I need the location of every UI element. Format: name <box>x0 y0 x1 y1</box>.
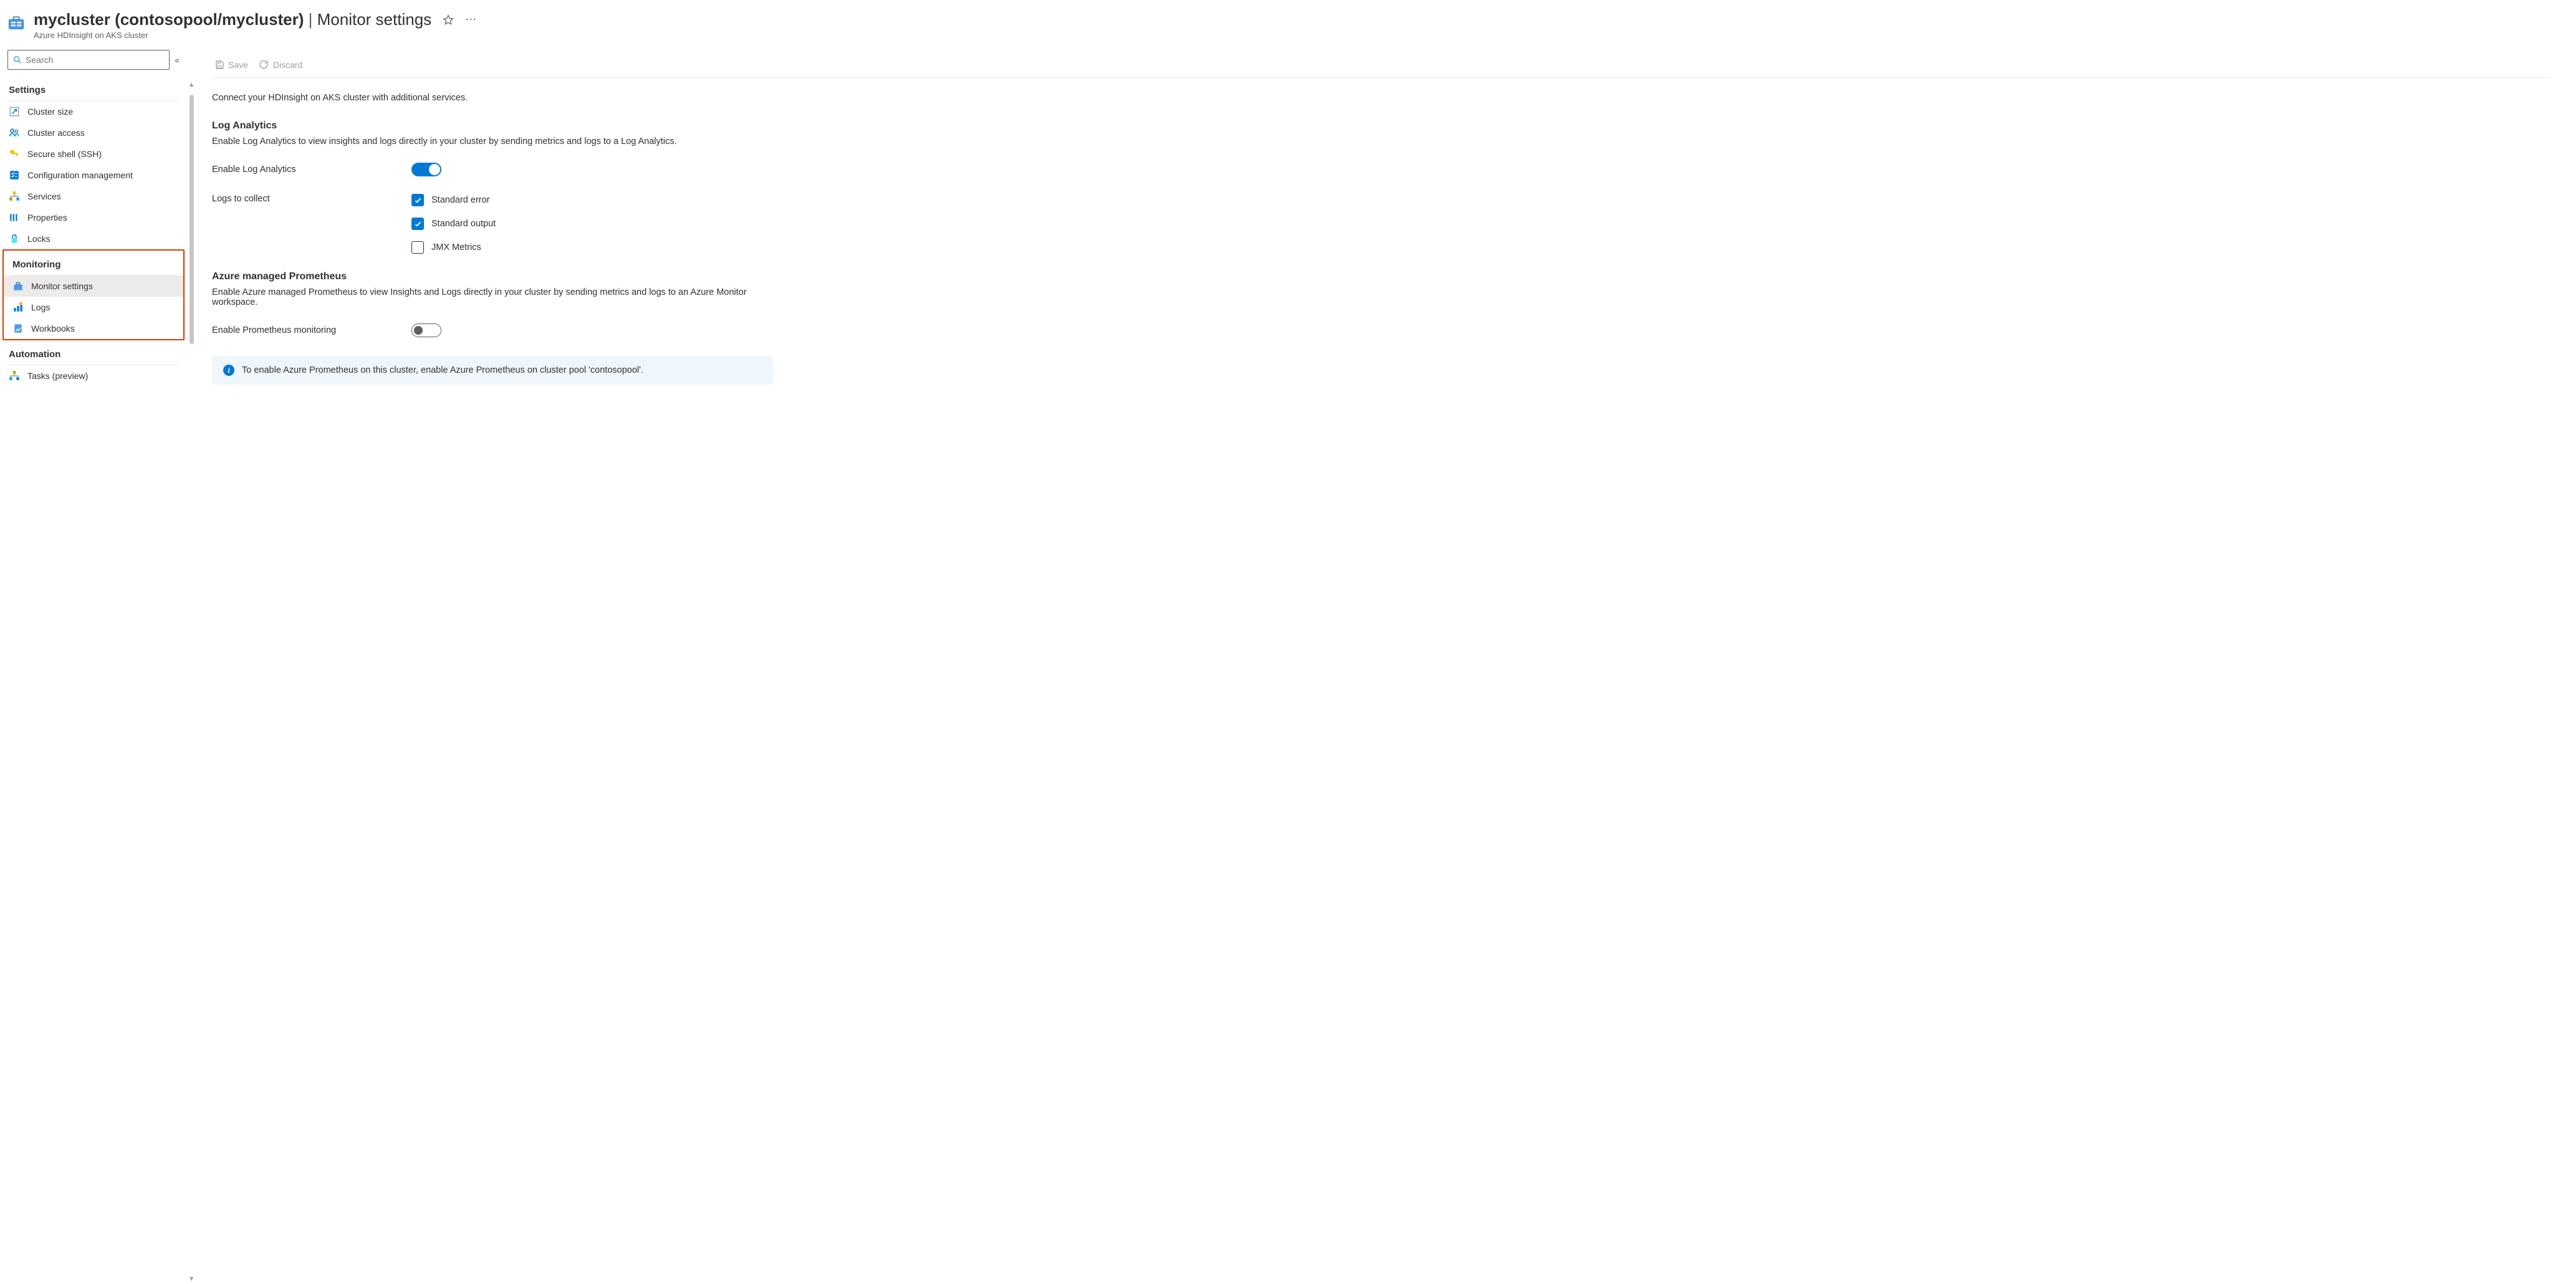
sidebar-item-secure-shell[interactable]: Secure shell (SSH) <box>0 143 187 165</box>
checkbox-standard-output[interactable] <box>411 218 424 230</box>
save-label: Save <box>228 60 248 70</box>
checkbox-jmx-metrics[interactable] <box>411 241 424 254</box>
key-icon <box>9 148 20 160</box>
info-banner: i To enable Azure Prometheus on this clu… <box>212 356 773 385</box>
checkbox-standard-error[interactable] <box>411 194 424 206</box>
checklist-icon <box>9 170 20 181</box>
enable-prometheus-label: Enable Prometheus monitoring <box>212 325 411 335</box>
enable-log-analytics-label: Enable Log Analytics <box>212 165 411 175</box>
resource-icon <box>7 14 25 31</box>
sidebar-item-label: Locks <box>27 234 50 244</box>
section-header-monitoring: Monitoring <box>4 251 183 274</box>
divider <box>212 77 2551 78</box>
page-title: mycluster (contosopool/mycluster) | Moni… <box>34 10 431 29</box>
content-pane: Save Discard Connect your HDInsight on A… <box>187 45 2576 1283</box>
sidebar-item-cluster-size[interactable]: Cluster size <box>0 101 187 122</box>
collapse-sidebar-icon[interactable]: « <box>175 55 180 65</box>
scroll-up-icon[interactable]: ▲ <box>188 81 195 89</box>
checkbox-label: Standard error <box>431 195 490 205</box>
sidebar-search-input[interactable] <box>26 55 164 65</box>
prometheus-heading: Azure managed Prometheus <box>212 271 2551 282</box>
tasks-icon <box>9 370 20 381</box>
section-header-automation: Automation <box>0 340 187 363</box>
sidebar-item-logs[interactable]: Logs <box>4 297 183 318</box>
sidebar-item-label: Properties <box>27 213 67 223</box>
sidebar-item-config-mgmt[interactable]: Configuration management <box>0 165 187 186</box>
sidebar-item-label: Tasks (preview) <box>27 371 88 381</box>
sidebar-item-tasks[interactable]: Tasks (preview) <box>0 365 187 386</box>
blade-name: Monitor settings <box>317 10 432 29</box>
intro-text: Connect your HDInsight on AKS cluster wi… <box>212 93 2551 103</box>
sidebar-item-label: Services <box>27 191 61 201</box>
sidebar-item-label: Monitor settings <box>31 281 93 291</box>
checkbox-label: JMX Metrics <box>431 242 481 252</box>
people-icon <box>9 127 20 138</box>
scale-icon <box>9 106 20 117</box>
sidebar-item-label: Configuration management <box>27 170 133 180</box>
toolbar: Save Discard <box>212 54 2551 77</box>
discard-label: Discard <box>273 60 302 70</box>
resource-type-label: Azure HDInsight on AKS cluster <box>34 31 476 40</box>
logs-to-collect-label: Logs to collect <box>212 194 411 204</box>
toolbox-icon <box>12 280 24 292</box>
workbooks-icon <box>12 323 24 334</box>
sidebar-item-locks[interactable]: Locks <box>0 228 187 249</box>
sidebar-item-cluster-access[interactable]: Cluster access <box>0 122 187 143</box>
info-banner-text: To enable Azure Prometheus on this clust… <box>242 365 643 375</box>
search-icon <box>13 55 22 64</box>
sidebar-item-properties[interactable]: Properties <box>0 207 187 228</box>
save-icon <box>214 60 224 70</box>
lock-icon <box>9 233 20 244</box>
sidebar-search[interactable] <box>7 50 170 70</box>
monitoring-section-highlight: Monitoring Monitor settings Logs Workboo… <box>2 249 185 340</box>
sidebar-item-label: Logs <box>31 302 50 312</box>
sidebar-item-label: Secure shell (SSH) <box>27 149 102 159</box>
discard-icon <box>259 60 269 70</box>
sidebar-item-workbooks[interactable]: Workbooks <box>4 318 183 339</box>
discard-button[interactable]: Discard <box>259 60 302 70</box>
sidebar-item-label: Workbooks <box>31 323 75 333</box>
resource-name: mycluster (contosopool/mycluster) <box>34 10 304 29</box>
sidebar-scrollbar[interactable]: ▲ ▼ <box>188 81 195 1283</box>
sidebar-item-label: Cluster access <box>27 128 85 138</box>
info-icon: i <box>223 365 234 376</box>
services-icon <box>9 191 20 202</box>
enable-log-analytics-toggle[interactable] <box>411 163 441 176</box>
more-actions-icon[interactable]: ⋯ <box>465 13 476 26</box>
checkbox-label: Standard output <box>431 219 496 229</box>
sidebar: « Settings Cluster size Cluster access S… <box>0 45 187 1283</box>
page-header: mycluster (contosopool/mycluster) | Moni… <box>0 0 2576 45</box>
scroll-thumb[interactable] <box>190 95 194 344</box>
scroll-down-icon[interactable]: ▼ <box>188 1275 195 1283</box>
section-header-settings: Settings <box>0 76 187 99</box>
log-analytics-heading: Log Analytics <box>212 120 2551 132</box>
sidebar-item-services[interactable]: Services <box>0 186 187 207</box>
save-button[interactable]: Save <box>214 60 248 70</box>
enable-prometheus-toggle[interactable] <box>411 323 441 337</box>
sidebar-item-label: Cluster size <box>27 107 73 117</box>
logs-icon <box>12 302 24 313</box>
log-analytics-description: Enable Log Analytics to view insights an… <box>212 137 761 146</box>
prometheus-description: Enable Azure managed Prometheus to view … <box>212 287 761 307</box>
properties-icon <box>9 212 20 223</box>
sidebar-item-monitor-settings[interactable]: Monitor settings <box>4 275 183 297</box>
favorite-star-icon[interactable] <box>443 14 454 26</box>
